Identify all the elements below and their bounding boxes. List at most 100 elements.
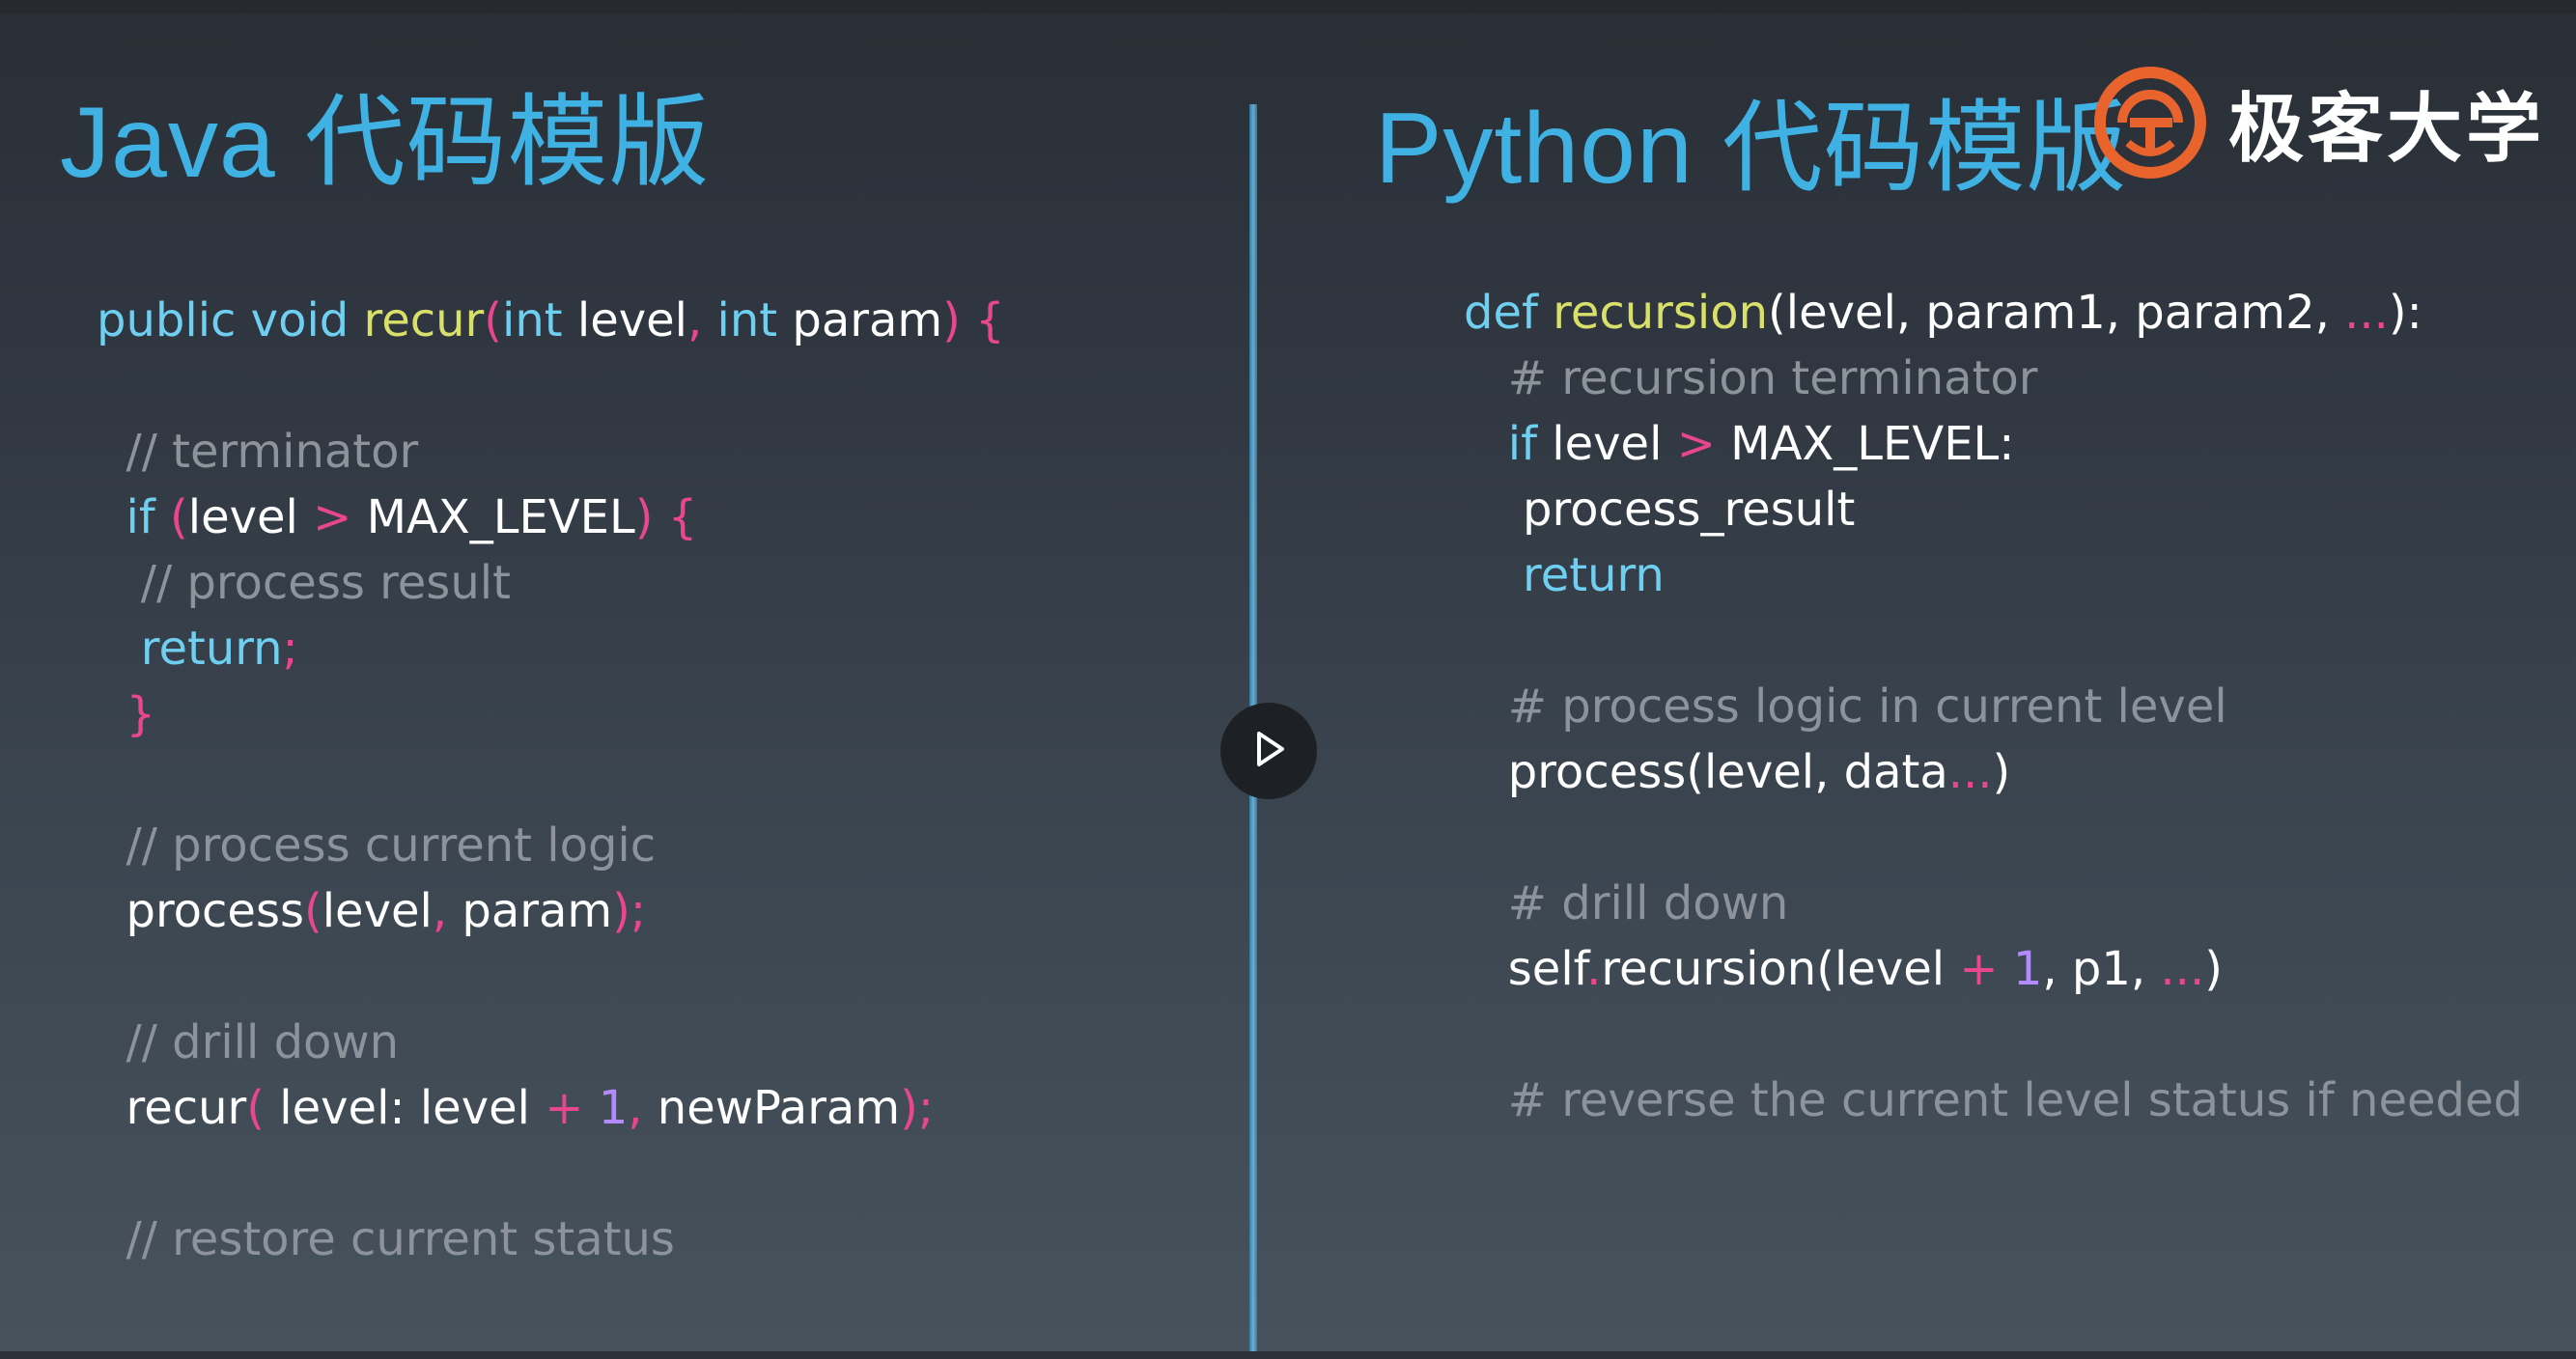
code-token: 1 bbox=[2012, 942, 2043, 996]
code-line: process(level, data...) bbox=[1464, 739, 2523, 805]
code-token: > bbox=[1676, 417, 1731, 471]
code-line: return; bbox=[97, 616, 1005, 681]
code-line: # recursion terminator bbox=[1464, 346, 2523, 411]
code-token: ) { bbox=[942, 293, 1005, 347]
code-token: int bbox=[502, 293, 577, 347]
code-token: // restore current status bbox=[126, 1212, 675, 1266]
code-token: // process current logic bbox=[126, 818, 657, 873]
java-template-title: Java 代码模版 bbox=[60, 87, 711, 199]
code-token: return bbox=[1523, 548, 1665, 602]
bottom-strip bbox=[0, 1351, 2576, 1359]
code-line: } bbox=[97, 681, 1005, 747]
code-token: process bbox=[126, 884, 304, 938]
code-line: return bbox=[1464, 542, 2523, 608]
code-token: > bbox=[313, 490, 367, 544]
code-token: param bbox=[792, 293, 943, 347]
code-token: level bbox=[322, 884, 433, 938]
code-token: ); bbox=[900, 1081, 935, 1135]
code-token: , bbox=[628, 1081, 658, 1135]
code-line: if level > MAX_LEVEL: bbox=[1464, 411, 2523, 477]
code-token: ) bbox=[1992, 745, 2011, 799]
code-token: 1 bbox=[598, 1081, 629, 1135]
code-token: self bbox=[1507, 942, 1587, 996]
code-token: ... bbox=[1947, 745, 1993, 799]
code-token: return bbox=[140, 622, 283, 676]
code-line: process_result bbox=[1464, 477, 2523, 542]
code-token: if bbox=[1507, 417, 1553, 471]
top-strip bbox=[0, 0, 2576, 14]
code-token: ... bbox=[2160, 942, 2205, 996]
code-token: if bbox=[126, 490, 171, 544]
code-token: ): bbox=[2388, 286, 2422, 340]
code-line: # reverse the current level status if ne… bbox=[1464, 1068, 2523, 1133]
code-token: ) { bbox=[634, 490, 698, 544]
code-line: # process logic in current level bbox=[1464, 674, 2523, 739]
code-line: # drill down bbox=[1464, 871, 2523, 936]
code-token: + bbox=[1959, 942, 2013, 996]
code-token: level bbox=[1552, 417, 1677, 471]
code-line: // restore current status bbox=[97, 1206, 1005, 1272]
code-token: MAX_LEVEL: bbox=[1730, 417, 2015, 471]
code-line: // terminator bbox=[97, 419, 1005, 485]
code-token: ); bbox=[612, 884, 647, 938]
code-token: level bbox=[187, 490, 314, 544]
python-template-title: Python 代码模版 bbox=[1375, 93, 2128, 205]
code-token: level: level bbox=[279, 1081, 546, 1135]
geekbang-logo: 极客大学 bbox=[2093, 66, 2545, 180]
code-token: // process result bbox=[140, 556, 511, 610]
code-token: def bbox=[1464, 286, 1554, 340]
code-token: ) bbox=[2204, 942, 2223, 996]
play-button[interactable] bbox=[1220, 703, 1317, 799]
code-token: ; bbox=[282, 622, 298, 676]
code-token: (level, param1, param2, bbox=[1768, 286, 2345, 340]
code-line: self.recursion(level + 1, p1, ...) bbox=[1464, 936, 2523, 1002]
code-token: recur bbox=[126, 1081, 247, 1135]
code-token: ... bbox=[2344, 286, 2389, 340]
code-token: , bbox=[687, 293, 717, 347]
code-token: . bbox=[1586, 942, 1602, 996]
code-token: # reverse the current level status if ne… bbox=[1507, 1073, 2523, 1127]
code-token: } bbox=[126, 687, 156, 741]
code-token: # recursion terminator bbox=[1507, 351, 2038, 405]
code-line: // process current logic bbox=[97, 813, 1005, 878]
code-line: recur( level: level + 1, newParam); bbox=[97, 1075, 1005, 1141]
play-icon bbox=[1247, 728, 1290, 775]
code-line: if (level > MAX_LEVEL) { bbox=[97, 485, 1005, 550]
code-line: // process result bbox=[97, 550, 1005, 616]
code-line: public void recur(int level, int param) … bbox=[97, 288, 1005, 353]
code-token: , bbox=[432, 884, 462, 938]
code-token: ( bbox=[246, 1081, 280, 1135]
code-token: , p1, bbox=[2042, 942, 2161, 996]
code-token: // terminator bbox=[126, 425, 419, 479]
code-token: public void bbox=[97, 293, 364, 347]
code-token: recur bbox=[363, 293, 485, 347]
geekbang-logo-icon bbox=[2093, 66, 2207, 180]
code-token: # drill down bbox=[1507, 876, 1789, 930]
code-token: recursion bbox=[1553, 286, 1769, 340]
code-token: level bbox=[576, 293, 687, 347]
code-token: ( bbox=[484, 293, 503, 347]
logo-text: 极客大学 bbox=[2228, 86, 2546, 171]
code-token: ( bbox=[303, 884, 322, 938]
code-token: process_result bbox=[1523, 483, 1856, 537]
code-line: process(level, param); bbox=[97, 878, 1005, 944]
code-token: ( bbox=[170, 490, 188, 544]
